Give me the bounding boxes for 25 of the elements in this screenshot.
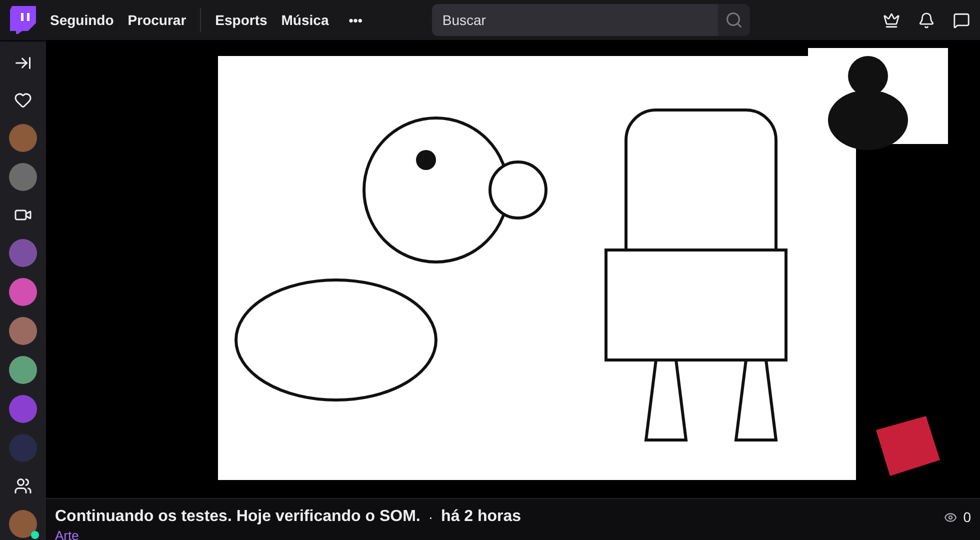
heart-icon[interactable] (14, 91, 32, 109)
stream-time: há 2 horas (441, 508, 522, 526)
stream-title: Continuando os testes. Hoje verificando o SOM. (55, 508, 420, 526)
nav-link[interactable]: Música (281, 12, 329, 28)
nav-link[interactable]: Procurar (128, 12, 186, 28)
nav-link[interactable]: Seguindo (50, 12, 114, 28)
people-icon[interactable] (14, 477, 32, 495)
online-status-dot (31, 531, 39, 539)
category-link[interactable]: Arte (55, 528, 971, 540)
collapse-icon[interactable] (14, 54, 32, 72)
nav-link[interactable]: Esports (215, 12, 268, 28)
logo-icon[interactable] (10, 6, 36, 34)
viewers-icon (944, 510, 958, 524)
chat-bubble-icon[interactable] (953, 12, 970, 28)
search-button[interactable] (718, 4, 750, 36)
notifications-icon[interactable] (918, 12, 935, 28)
channel-avatar[interactable] (9, 278, 37, 306)
more-button[interactable]: ••• (342, 12, 368, 28)
separator-dot: · (428, 509, 434, 525)
channel-avatar[interactable] (9, 356, 37, 384)
search-icon (725, 11, 744, 29)
channel-avatar[interactable] (9, 510, 37, 538)
viewer-count: 0 (963, 509, 971, 525)
search-field[interactable]: Buscar (432, 4, 718, 36)
crown-icon[interactable] (883, 12, 900, 28)
